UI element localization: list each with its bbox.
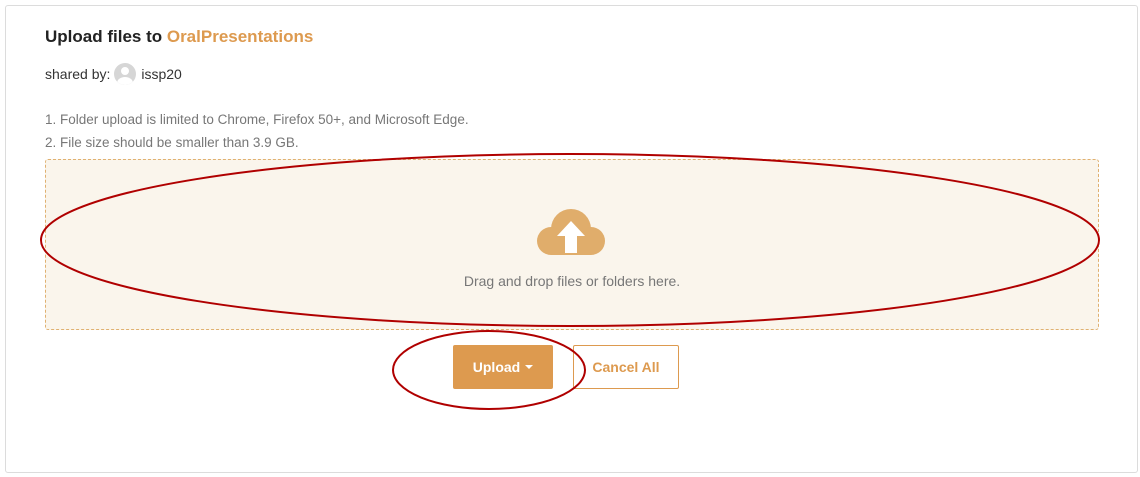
shared-by-user: issp20: [141, 66, 182, 82]
cloud-upload-icon: [537, 209, 605, 255]
caret-down-icon: [525, 365, 534, 369]
shared-by-label: shared by:: [45, 66, 111, 82]
drop-zone[interactable]: Drag and drop files or folders here.: [45, 159, 1099, 330]
upload-panel: Upload files to OralPresentations shared…: [5, 5, 1138, 473]
note-folder-support: 1. Folder upload is limited to Chrome, F…: [45, 112, 469, 127]
page-title: Upload files to OralPresentations: [45, 27, 313, 47]
shared-by-row: shared by: issp20: [45, 63, 182, 85]
title-prefix: Upload files to: [45, 27, 167, 46]
note-file-size: 2. File size should be smaller than 3.9 …: [45, 135, 299, 150]
upload-button[interactable]: Upload: [453, 345, 553, 389]
cancel-all-button[interactable]: Cancel All: [573, 345, 679, 389]
avatar: [114, 63, 137, 85]
cancel-all-label: Cancel All: [592, 359, 660, 375]
upload-notes: 1. Folder upload is limited to Chrome, F…: [45, 108, 469, 154]
upload-button-label: Upload: [472, 359, 521, 375]
drop-zone-text: Drag and drop files or folders here.: [463, 273, 681, 289]
folder-name-link[interactable]: OralPresentations: [167, 27, 313, 46]
